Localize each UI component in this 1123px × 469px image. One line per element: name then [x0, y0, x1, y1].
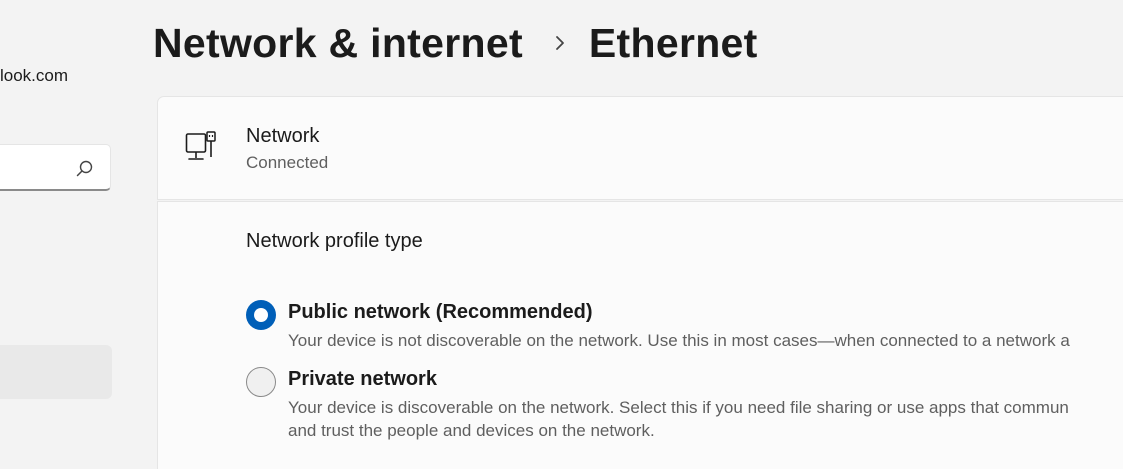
sidebar-item-selected[interactable] — [0, 345, 112, 399]
private-network-description-line1: Your device is discoverable on the netwo… — [288, 398, 1069, 417]
network-profile-section: Network profile type Public network (Rec… — [157, 201, 1123, 469]
account-email: look.com — [0, 66, 69, 85]
breadcrumb: Network & internet Ethernet — [153, 16, 758, 70]
search-icon[interactable] — [75, 159, 95, 179]
private-network-description: Your device is discoverable on the netwo… — [288, 396, 1069, 442]
network-card[interactable]: Network Connected — [157, 96, 1123, 200]
network-status: Connected — [246, 153, 329, 172]
chevron-right-icon — [556, 36, 564, 50]
public-network-radio[interactable] — [246, 300, 276, 330]
private-network-description-line2: and trust the people and devices on the … — [288, 421, 655, 440]
private-network-radio[interactable] — [246, 367, 276, 397]
private-network-label[interactable]: Private network — [288, 368, 437, 391]
page-title: Ethernet — [588, 19, 758, 66]
public-network-description: Your device is not discoverable on the n… — [288, 331, 1070, 350]
search-input[interactable] — [1, 145, 61, 189]
profile-heading: Network profile type — [246, 230, 423, 252]
public-network-label[interactable]: Public network (Recommended) — [288, 301, 593, 324]
ethernet-network-icon — [185, 131, 216, 160]
breadcrumb-parent[interactable]: Network & internet — [153, 20, 523, 67]
search-box[interactable] — [0, 144, 111, 191]
network-title: Network — [246, 125, 320, 147]
